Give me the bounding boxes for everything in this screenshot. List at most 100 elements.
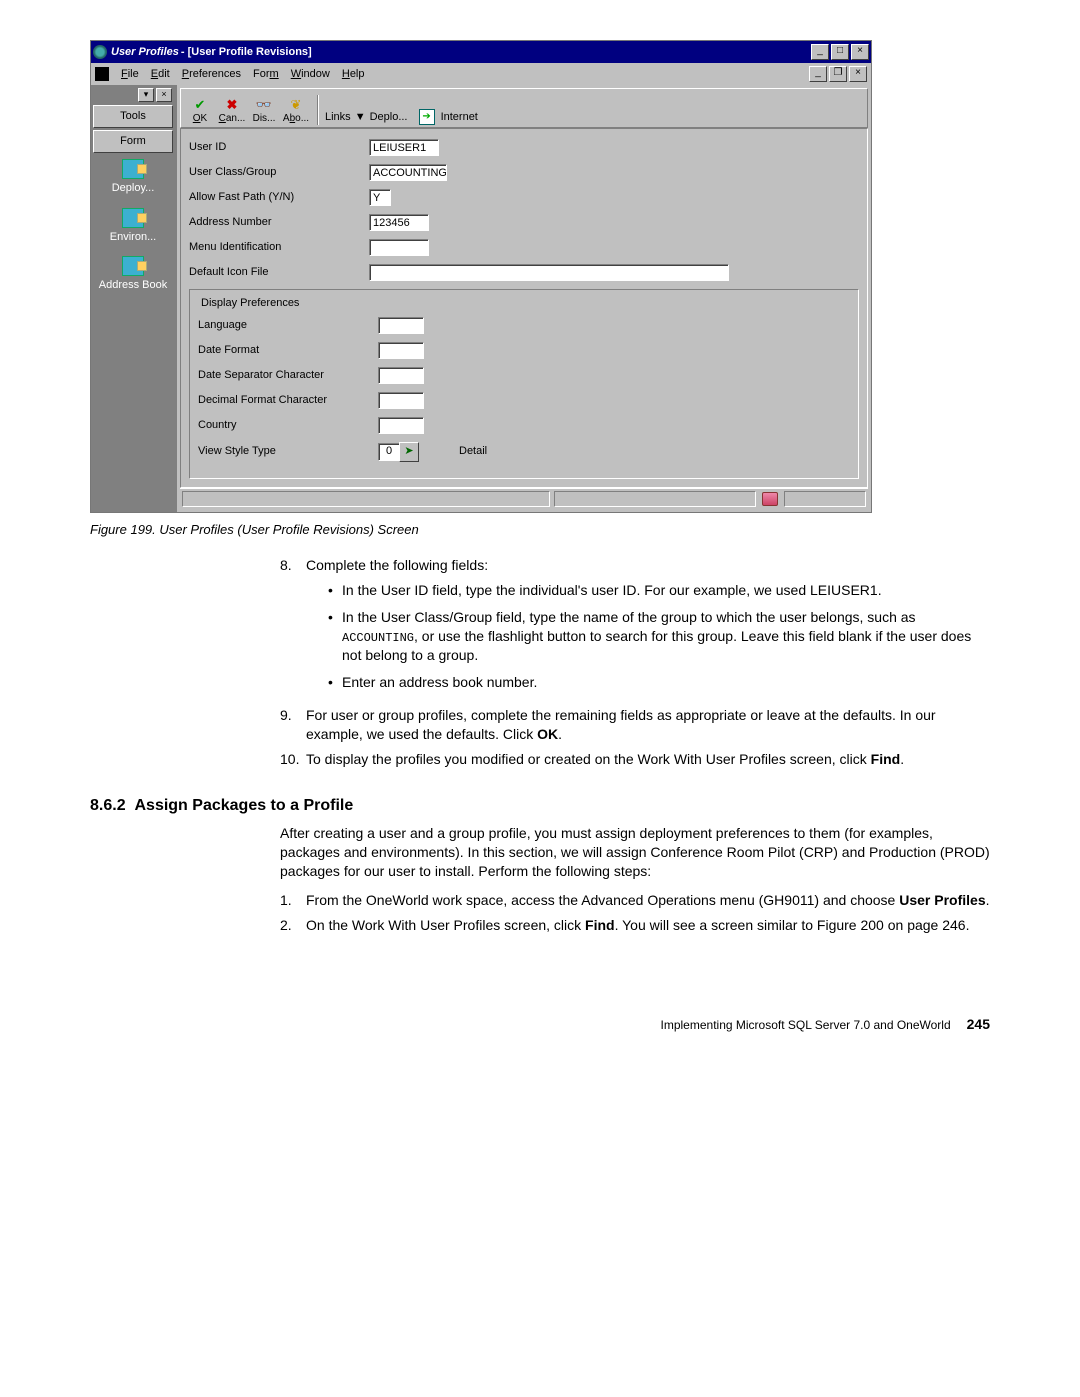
step-number: 1. <box>280 891 306 910</box>
sidebar-item-address-book[interactable]: Address Book <box>93 252 173 299</box>
step-number: 10. <box>280 750 306 769</box>
mdi-controls: _ ❐ × <box>809 66 867 82</box>
bullet-2: In the User Class/Group field, type the … <box>342 608 990 665</box>
minimize-button[interactable]: _ <box>811 44 829 60</box>
page-footer: Implementing Microsoft SQL Server 7.0 an… <box>90 1015 990 1034</box>
toolbar-links: Links ▼ Deplo... ➔ Internet <box>325 109 478 125</box>
menu-form[interactable]: Form <box>253 67 279 82</box>
toolbar: ✔OK ✖Can... 👓Dis... ❦Abo... Links ▼ Depl… <box>180 88 868 128</box>
step-number: 9. <box>280 706 306 744</box>
step-10-text: To display the profiles you modified or … <box>306 750 990 769</box>
step-9-text: For user or group profiles, complete the… <box>306 706 990 744</box>
label-address-number: Address Number <box>189 215 369 230</box>
decimal-format-field[interactable] <box>378 392 424 409</box>
label-view-style: View Style Type <box>198 444 378 459</box>
mdi-close-button[interactable]: × <box>849 66 867 82</box>
bullet-dot: • <box>328 608 342 665</box>
sidebar-dropdown-icon[interactable]: ▾ <box>138 88 154 102</box>
user-class-field[interactable]: ACCOUNTING <box>369 164 447 181</box>
user-id-field[interactable]: LEIUSER1 <box>369 139 439 156</box>
menu-edit[interactable]: Edit <box>151 67 170 82</box>
sidebar-item-label: Address Book <box>93 278 173 293</box>
mdi-minimize-button[interactable]: _ <box>809 66 827 82</box>
toolbar-separator <box>317 95 319 125</box>
deploy-icon <box>122 159 144 179</box>
bullet-1: In the User ID field, type the individua… <box>342 581 882 600</box>
sidebar-tab-form[interactable]: Form <box>93 130 173 153</box>
bullet-3: Enter an address book number. <box>342 673 537 692</box>
app-icon <box>93 45 107 59</box>
bullet-dot: • <box>328 581 342 600</box>
sidebar-item-label: Deploy... <box>93 181 173 196</box>
page-number: 245 <box>967 1015 990 1034</box>
links-dropdown-icon[interactable]: ▼ <box>355 110 366 125</box>
footer-text: Implementing Microsoft SQL Server 7.0 an… <box>661 1017 951 1033</box>
sidebar-tab-tools[interactable]: Tools <box>93 105 173 128</box>
menu-window[interactable]: Window <box>291 67 330 82</box>
sidebar-item-environ[interactable]: Environ... <box>93 204 173 251</box>
app-title: User Profiles <box>111 45 179 60</box>
label-user-id: User ID <box>189 140 369 155</box>
status-kb-icon <box>758 489 782 509</box>
outer-title-bar: User Profiles - [User Profile Revisions]… <box>91 41 871 63</box>
about-button[interactable]: ❦Abo... <box>281 98 311 126</box>
menu-help[interactable]: Help <box>342 67 365 82</box>
links-internet[interactable]: Internet <box>441 110 478 125</box>
main-area: ✔OK ✖Can... 👓Dis... ❦Abo... Links ▼ Depl… <box>177 85 871 512</box>
ok-button[interactable]: ✔OK <box>185 98 215 126</box>
close-button[interactable]: × <box>851 44 869 60</box>
sidebar: ▾ × Tools Form Deploy... Environ... Addr… <box>91 85 177 512</box>
status-bar <box>180 488 868 509</box>
view-style-detail-label: Detail <box>459 444 487 459</box>
screenshot-window: User Profiles - [User Profile Revisions]… <box>90 40 872 513</box>
country-field[interactable] <box>378 417 424 434</box>
cancel-button[interactable]: ✖Can... <box>217 98 247 126</box>
step-number: 2. <box>280 916 306 935</box>
view-style-field[interactable]: 0 <box>378 443 400 461</box>
display-button[interactable]: 👓Dis... <box>249 98 279 126</box>
step-number: 8. <box>280 556 306 700</box>
menu-bar: File Edit Preferences Form Window Help _… <box>91 63 871 85</box>
label-date-sep: Date Separator Character <box>198 368 378 383</box>
figure-caption: Figure 199. User Profiles (User Profile … <box>90 521 990 539</box>
view-style-assist-button[interactable]: ➤ <box>399 442 419 462</box>
mdi-icon[interactable] <box>95 67 109 81</box>
menu-id-field[interactable] <box>369 239 429 256</box>
date-sep-field[interactable] <box>378 367 424 384</box>
menu-file[interactable]: File <box>121 67 139 82</box>
address-number-field[interactable]: 123456 <box>369 214 429 231</box>
label-date-format: Date Format <box>198 343 378 358</box>
sec-step-2: On the Work With User Profiles screen, c… <box>306 916 990 935</box>
form-pane: User ID LEIUSER1 User Class/Group ACCOUN… <box>180 128 868 488</box>
label-decimal-format: Decimal Format Character <box>198 393 378 408</box>
links-deploy[interactable]: Deplo... <box>370 110 408 125</box>
label-menu-id: Menu Identification <box>189 240 369 255</box>
label-country: Country <box>198 418 378 433</box>
language-field[interactable] <box>378 317 424 334</box>
step-8-text: Complete the following fields: <box>306 556 990 575</box>
links-label: Links <box>325 110 351 125</box>
label-language: Language <box>198 318 378 333</box>
bullet-dot: • <box>328 673 342 692</box>
date-format-field[interactable] <box>378 342 424 359</box>
fast-path-field[interactable]: Y <box>369 189 391 206</box>
maximize-button[interactable]: □ <box>831 44 849 60</box>
sec-step-1: From the OneWorld work space, access the… <box>306 891 990 910</box>
sidebar-close-icon[interactable]: × <box>156 88 172 102</box>
icon-file-field[interactable] <box>369 264 729 281</box>
environ-icon <box>122 208 144 228</box>
sidebar-item-deploy[interactable]: Deploy... <box>93 155 173 202</box>
label-fast-path: Allow Fast Path (Y/N) <box>189 190 369 205</box>
label-icon-file: Default Icon File <box>189 265 369 280</box>
display-preferences-legend: Display Preferences <box>198 296 302 311</box>
menu-preferences[interactable]: Preferences <box>182 67 241 82</box>
status-cell-2 <box>554 491 756 507</box>
mdi-restore-button[interactable]: ❐ <box>829 66 847 82</box>
display-preferences-group: Display Preferences Language Date Format… <box>189 289 859 479</box>
sidebar-item-label: Environ... <box>93 230 173 245</box>
section-intro: After creating a user and a group profil… <box>280 824 990 881</box>
status-cell-1 <box>182 491 550 507</box>
status-cell-3 <box>784 491 866 507</box>
steps-list: 8. Complete the following fields: •In th… <box>280 556 990 768</box>
section-steps: 1. From the OneWorld work space, access … <box>280 891 990 935</box>
